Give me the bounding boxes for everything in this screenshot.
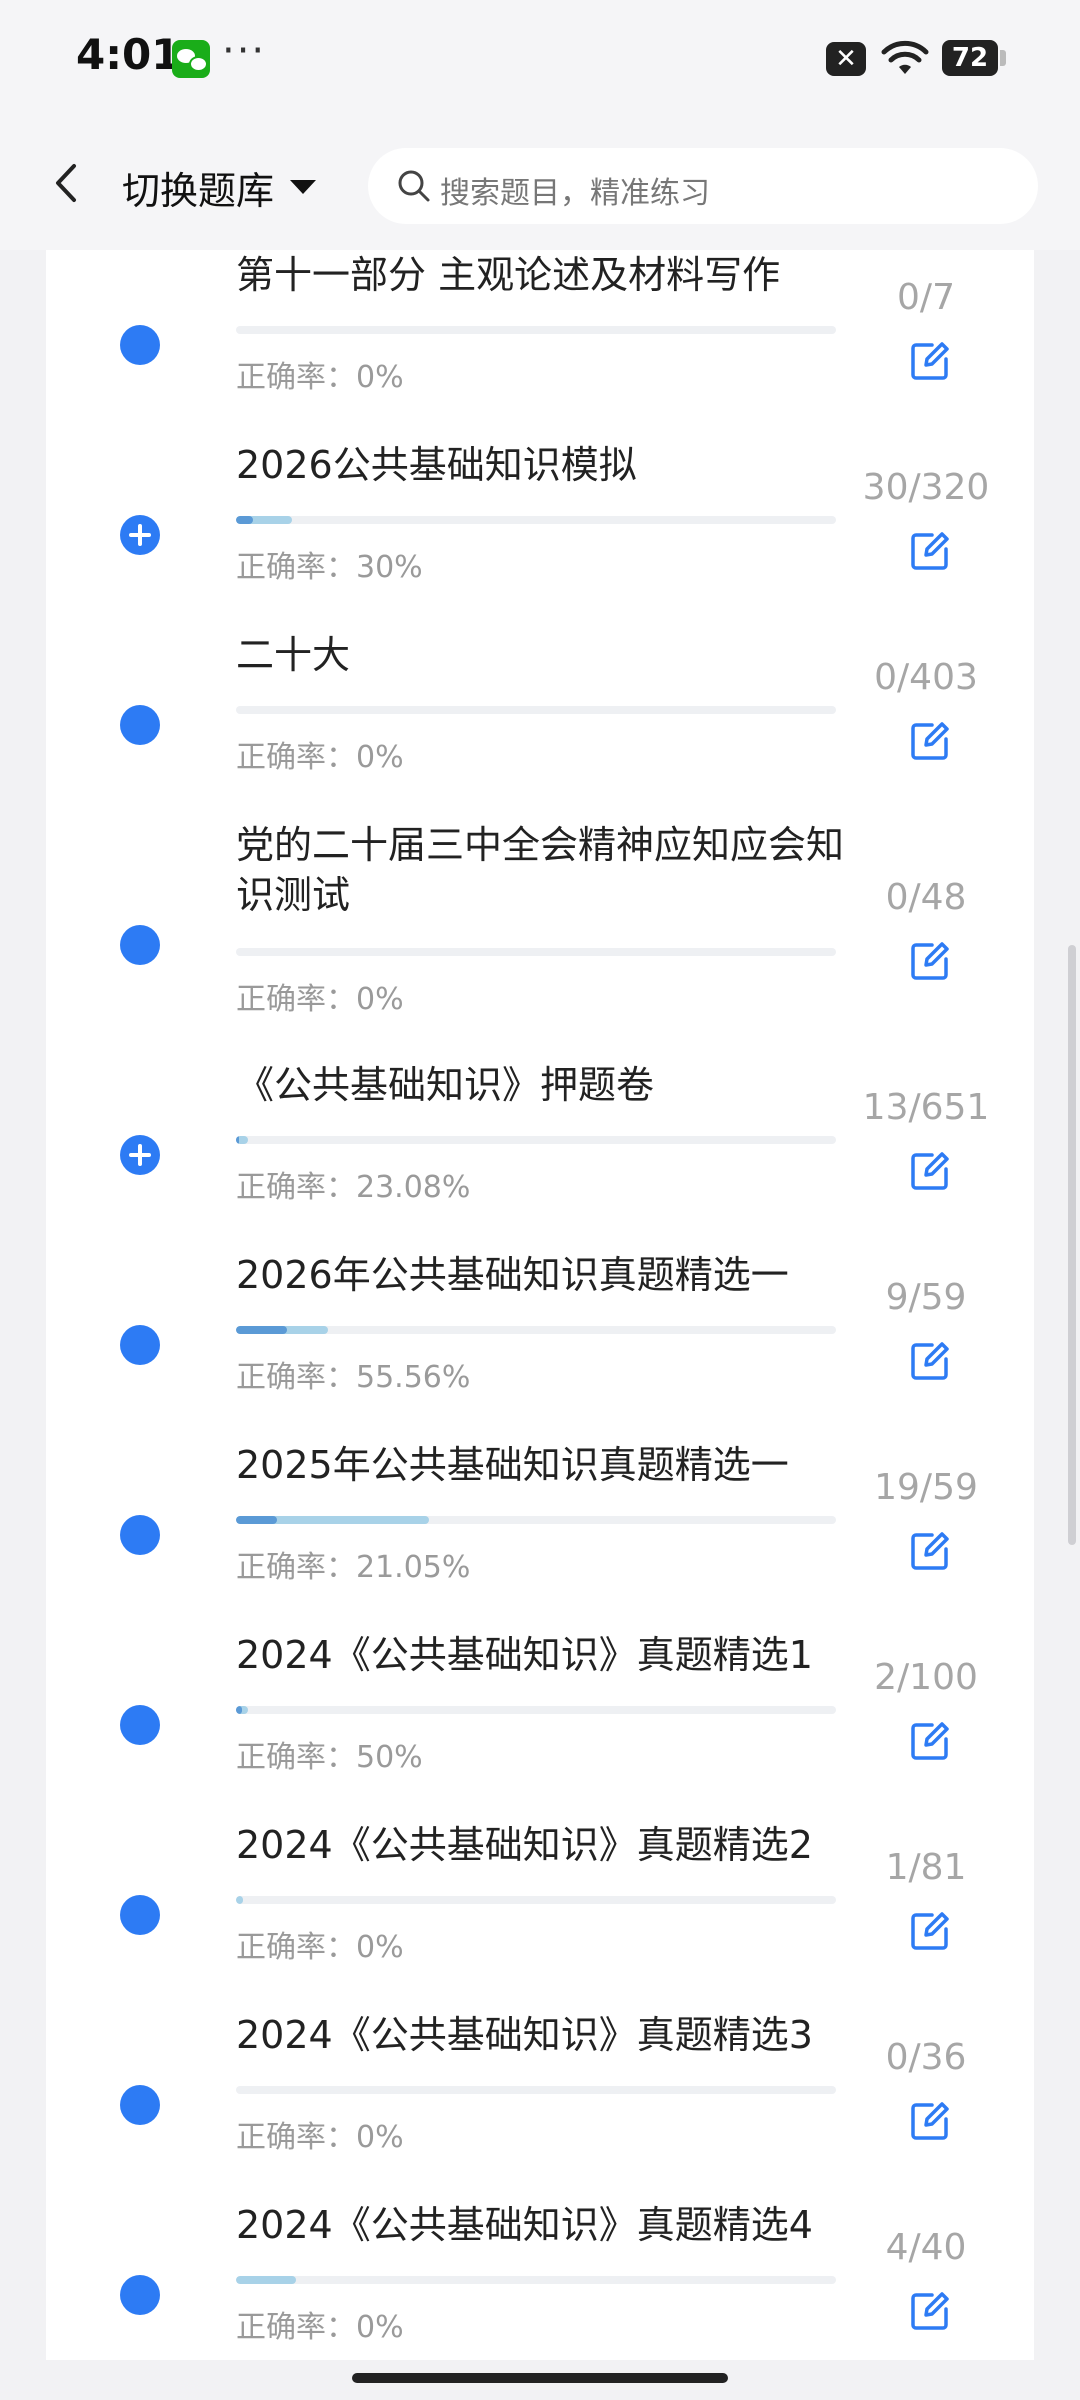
- edit-icon[interactable]: [908, 529, 952, 573]
- progress-done: [236, 2276, 296, 2284]
- progress-count: 13/651: [862, 1087, 990, 1128]
- edit-icon[interactable]: [908, 1909, 952, 1953]
- progress-count: 19/59: [874, 1467, 978, 1508]
- edit-icon[interactable]: [908, 2289, 952, 2333]
- edit-icon[interactable]: [908, 719, 952, 763]
- wechat-notification-icon: [172, 40, 210, 78]
- item-title: 2024《公共基础知识》真题精选2: [236, 1823, 813, 1867]
- search-input[interactable]: 搜索题目，精准练习: [368, 148, 1038, 224]
- progress-done: [236, 1896, 243, 1904]
- progress-count: 0/403: [874, 657, 978, 698]
- more-notifications-icon: ···: [222, 28, 267, 74]
- progress-count: 1/81: [885, 1847, 967, 1888]
- edit-icon[interactable]: [908, 939, 952, 983]
- question-bank-list: 第十一部分 主观论述及材料写作 正确率：0% 0/7 2026公共基础知识模拟 …: [46, 250, 1034, 2360]
- bullet-icon: [120, 2085, 160, 2125]
- item-title: 2025年公共基础知识真题精选一: [236, 1443, 789, 1487]
- progress-bar: [236, 1896, 836, 1904]
- accuracy-label: 正确率：23.08%: [236, 1170, 471, 1205]
- item-title: 2024《公共基础知识》真题精选3: [236, 2013, 813, 2057]
- progress-count: 4/40: [885, 2227, 967, 2268]
- progress-bar: [236, 1136, 836, 1144]
- progress-correct: [236, 1706, 242, 1714]
- progress-bar: [236, 2086, 836, 2094]
- wifi-icon: [881, 40, 929, 74]
- progress-count: 0/48: [885, 877, 967, 918]
- search-icon: [398, 170, 430, 202]
- back-arrow-icon[interactable]: [46, 158, 86, 208]
- switch-bank-button[interactable]: 切换题库: [122, 160, 274, 215]
- bullet-icon: [120, 1705, 160, 1745]
- item-title: 2026年公共基础知识真题精选一: [236, 1253, 789, 1297]
- edit-icon[interactable]: [908, 1339, 952, 1383]
- bullet-icon: [120, 1515, 160, 1555]
- bullet-icon: [120, 1325, 160, 1365]
- top-nav-bar: 切换题库 搜索题目，精准练习: [0, 120, 1080, 250]
- edit-icon[interactable]: [908, 2099, 952, 2143]
- progress-bar: [236, 326, 836, 334]
- progress-bar: [236, 1326, 836, 1334]
- accuracy-label: 正确率：0%: [236, 2310, 404, 2345]
- accuracy-label: 正确率：0%: [236, 2120, 404, 2155]
- scrollbar[interactable]: [1068, 945, 1076, 1545]
- expand-icon[interactable]: [120, 1135, 160, 1175]
- accuracy-label: 正确率：0%: [236, 1930, 404, 1965]
- edit-icon[interactable]: [908, 339, 952, 383]
- battery-icon: 72: [942, 40, 1006, 76]
- search-placeholder: 搜索题目，精准练习: [440, 176, 710, 211]
- progress-correct: [236, 516, 253, 524]
- accuracy-label: 正确率：0%: [236, 360, 404, 395]
- progress-bar: [236, 516, 836, 524]
- progress-bar: [236, 948, 836, 956]
- progress-count: 9/59: [885, 1277, 967, 1318]
- bullet-icon: [120, 705, 160, 745]
- item-title: 2024《公共基础知识》真题精选4: [236, 2203, 813, 2247]
- expand-icon[interactable]: [120, 515, 160, 555]
- status-bar: 4:01 ··· ✕ 72: [0, 0, 1080, 120]
- progress-correct: [236, 1326, 287, 1334]
- bullet-icon: [120, 2275, 160, 2315]
- item-title: 二十大: [236, 633, 351, 677]
- item-title: 2024《公共基础知识》真题精选1: [236, 1633, 813, 1677]
- edit-icon[interactable]: [908, 1529, 952, 1573]
- progress-count: 30/320: [862, 467, 990, 508]
- progress-bar: [236, 2276, 836, 2284]
- caret-down-icon[interactable]: [290, 180, 316, 194]
- home-indicator[interactable]: [352, 2373, 728, 2383]
- progress-correct: [236, 1516, 277, 1524]
- edit-icon[interactable]: [908, 1149, 952, 1193]
- progress-count: 0/36: [885, 2037, 967, 2078]
- accuracy-label: 正确率：50%: [236, 1740, 423, 1775]
- accuracy-label: 正确率：21.05%: [236, 1550, 471, 1585]
- item-title: 2026公共基础知识模拟: [236, 443, 637, 487]
- bullet-icon: [120, 325, 160, 365]
- bullet-icon: [120, 1895, 160, 1935]
- status-time: 4:01: [76, 30, 181, 79]
- progress-count: 0/7: [897, 277, 955, 318]
- accuracy-label: 正确率：55.56%: [236, 1360, 471, 1395]
- edit-icon[interactable]: [908, 1719, 952, 1763]
- item-title: 党的二十届三中全会精神应知应会知识测试: [236, 823, 845, 917]
- progress-bar: [236, 1706, 836, 1714]
- progress-bar: [236, 1516, 836, 1524]
- progress-correct: [236, 1136, 239, 1144]
- bullet-icon: [120, 925, 160, 965]
- accuracy-label: 正确率：0%: [236, 740, 404, 775]
- progress-bar: [236, 706, 836, 714]
- accuracy-label: 正确率：0%: [236, 982, 404, 1017]
- mobile-data-off-icon: ✕: [826, 42, 866, 76]
- item-title: 《公共基础知识》押题卷: [236, 1063, 655, 1107]
- accuracy-label: 正确率：30%: [236, 550, 423, 585]
- item-title: 第十一部分 主观论述及材料写作: [236, 253, 781, 297]
- progress-count: 2/100: [874, 1657, 978, 1698]
